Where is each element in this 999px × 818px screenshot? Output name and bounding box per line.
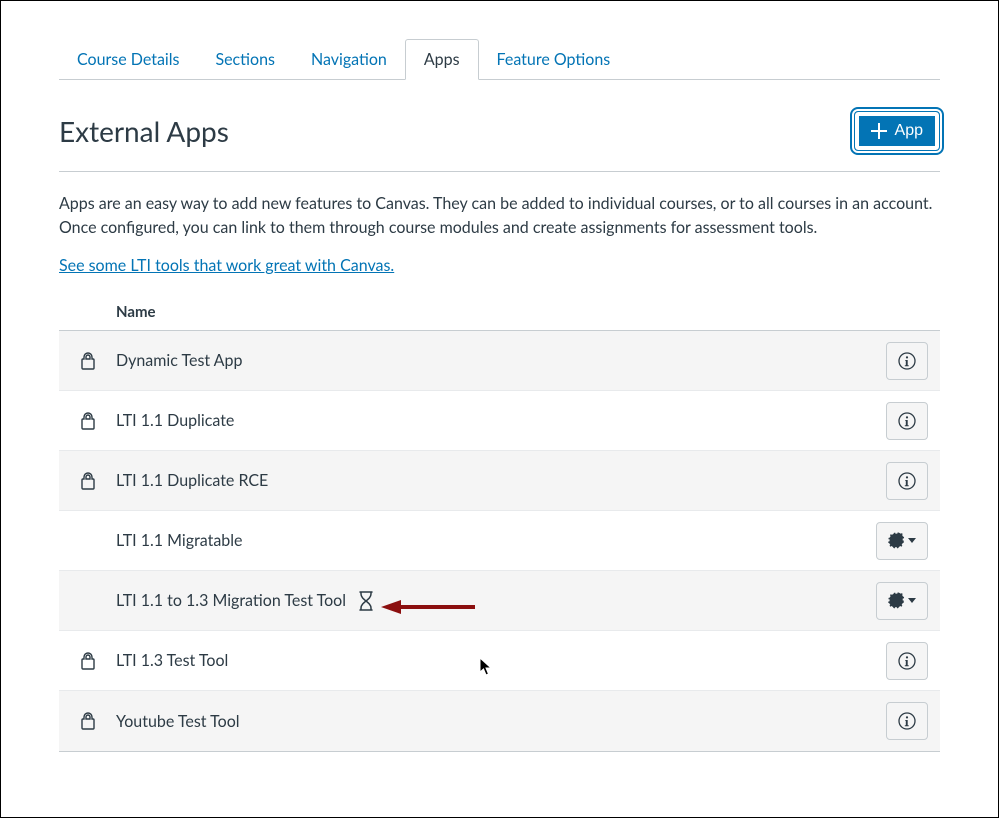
action-cell [874, 582, 934, 620]
table-row: LTI 1.1 Duplicate RCE [59, 451, 940, 511]
action-cell [874, 522, 934, 560]
lock-icon [80, 712, 96, 730]
lock-cell [59, 352, 116, 370]
add-app-button[interactable]: App [854, 111, 940, 151]
app-name-cell: LTI 1.3 Test Tool [116, 651, 874, 670]
table-row: Dynamic Test App [59, 331, 940, 391]
app-name: LTI 1.1 Migratable [116, 531, 242, 550]
app-name: LTI 1.3 Test Tool [116, 651, 228, 670]
tab-apps[interactable]: Apps [405, 39, 479, 80]
table-header: Name [59, 295, 940, 331]
table-row: Youtube Test Tool [59, 691, 940, 751]
chevron-down-icon [908, 538, 916, 543]
tab-feature-options[interactable]: Feature Options [479, 40, 629, 79]
lock-cell [59, 472, 116, 490]
settings-tabs: Course Details Sections Navigation Apps … [59, 39, 940, 80]
page-title: External Apps [59, 114, 229, 148]
info-icon [898, 412, 916, 430]
lock-icon [80, 412, 96, 430]
app-info-button[interactable] [886, 342, 928, 380]
hourglass-icon [358, 591, 374, 611]
info-icon [898, 712, 916, 730]
app-name: LTI 1.1 to 1.3 Migration Test Tool [116, 591, 346, 610]
apps-description: Apps are an easy way to add new features… [59, 192, 940, 240]
info-icon [898, 652, 916, 670]
plus-icon [871, 123, 887, 139]
info-icon [898, 352, 916, 370]
action-cell [874, 642, 934, 680]
action-cell [874, 702, 934, 740]
app-name-cell: Dynamic Test App [116, 351, 874, 370]
action-cell [874, 402, 934, 440]
gear-icon [888, 532, 905, 549]
tab-sections[interactable]: Sections [197, 40, 293, 79]
app-name-cell: Youtube Test Tool [116, 712, 874, 731]
tab-course-details[interactable]: Course Details [59, 40, 197, 79]
chevron-down-icon [908, 598, 916, 603]
app-name: LTI 1.1 Duplicate [116, 411, 234, 430]
app-name-cell: LTI 1.1 Migratable [116, 531, 874, 550]
info-icon [898, 472, 916, 490]
lock-icon [80, 352, 96, 370]
app-name: Dynamic Test App [116, 351, 242, 370]
app-name-cell: LTI 1.1 Duplicate RCE [116, 471, 874, 490]
table-row: LTI 1.1 Migratable [59, 511, 940, 571]
lock-icon [80, 652, 96, 670]
app-info-button[interactable] [886, 702, 928, 740]
table-row: LTI 1.1 Duplicate [59, 391, 940, 451]
external-apps-table: Name Dynamic Test App LTI 1.1 Duplicate LT… [59, 295, 940, 752]
table-row: LTI 1.1 to 1.3 Migration Test Tool [59, 571, 940, 631]
table-row: LTI 1.3 Test Tool [59, 631, 940, 691]
lock-cell [59, 712, 116, 730]
app-name: LTI 1.1 Duplicate RCE [116, 471, 268, 490]
gear-icon [888, 592, 905, 609]
lock-icon [80, 472, 96, 490]
lock-cell [59, 412, 116, 430]
app-name: Youtube Test Tool [116, 712, 240, 731]
lti-tools-link[interactable]: See some LTI tools that work great with … [59, 256, 394, 275]
tab-navigation[interactable]: Navigation [293, 40, 405, 79]
app-name-cell: LTI 1.1 to 1.3 Migration Test Tool [116, 591, 874, 611]
app-info-button[interactable] [886, 462, 928, 500]
app-settings-button[interactable] [876, 582, 928, 620]
action-cell [874, 462, 934, 500]
column-header-name: Name [59, 303, 156, 321]
app-info-button[interactable] [886, 402, 928, 440]
action-cell [874, 342, 934, 380]
app-name-cell: LTI 1.1 Duplicate [116, 411, 874, 430]
app-settings-button[interactable] [876, 522, 928, 560]
app-info-button[interactable] [886, 642, 928, 680]
add-app-label: App [895, 122, 923, 140]
lock-cell [59, 652, 116, 670]
